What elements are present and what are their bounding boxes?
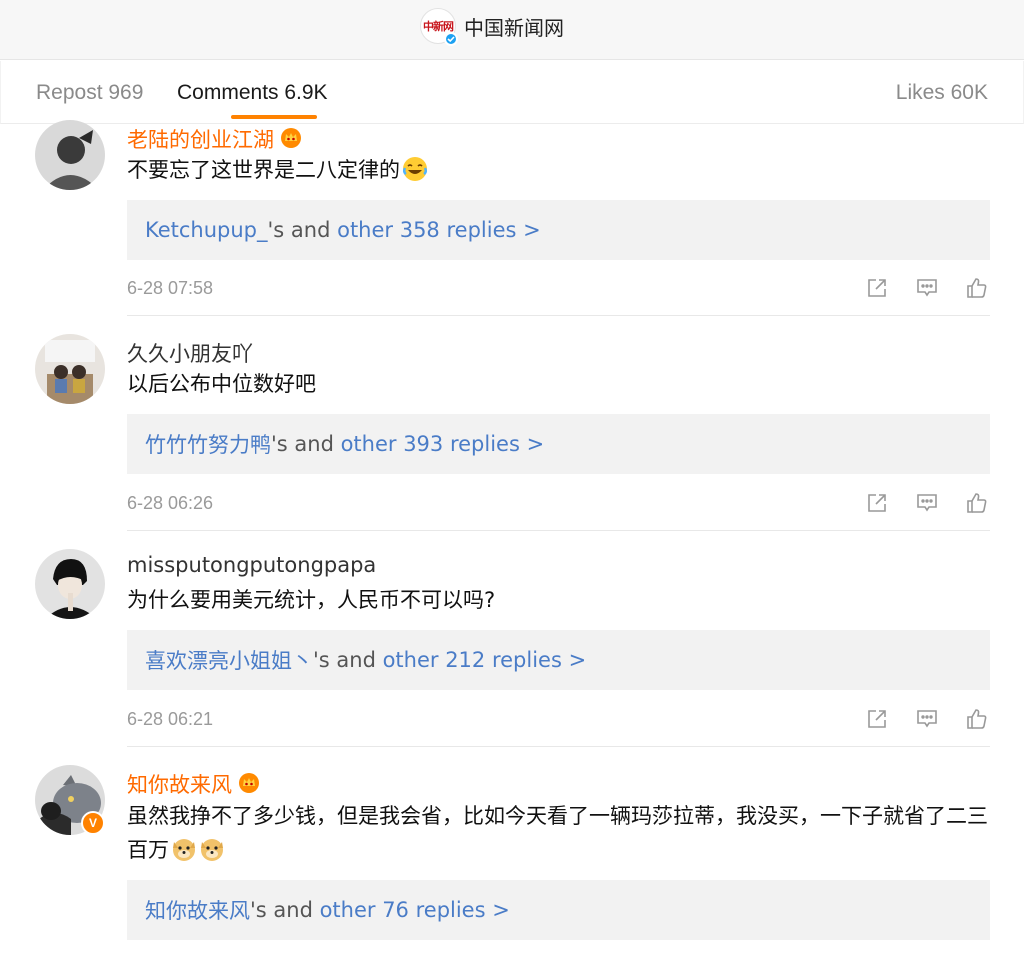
comment-text: 不要忘了这世界是二八定律的 bbox=[127, 153, 987, 192]
comment-text: 虽然我挣不了多少钱，但是我会省，比如今天看了一辆玛莎拉蒂，我没买，一下子就省了二… bbox=[127, 799, 997, 872]
comment-text-content: 虽然我挣不了多少钱，但是我会省，比如今天看了一辆玛莎拉蒂，我没买，一下子就省了二… bbox=[127, 804, 988, 862]
comment-actions bbox=[865, 707, 989, 731]
replies-preview[interactable]: 喜欢漂亮小姐姐丶's and other 212 replies > bbox=[127, 630, 990, 690]
replies-separator: 's and bbox=[250, 898, 320, 922]
replies-preview[interactable]: 竹竹竹努力鸭's and other 393 replies > bbox=[127, 414, 990, 474]
comment-icon[interactable] bbox=[915, 276, 939, 300]
more-replies-link[interactable]: other 393 replies > bbox=[341, 432, 545, 456]
comment-actions bbox=[865, 491, 989, 515]
replies-preview[interactable]: 知你故来风's and other 76 replies > bbox=[127, 880, 990, 940]
comment-timestamp: 6-28 06:26 bbox=[127, 493, 214, 513]
account-header[interactable]: 中新网 中国新闻网 bbox=[420, 8, 564, 46]
like-icon[interactable] bbox=[965, 491, 989, 515]
tab-bar: Repost 969 Comments 6.9K Likes 60K bbox=[0, 61, 1024, 124]
reply-user-link[interactable]: 喜欢漂亮小姐姐丶 bbox=[145, 645, 313, 675]
account-name: 中国新闻网 bbox=[464, 15, 564, 40]
comment-icon[interactable] bbox=[915, 491, 939, 515]
comment-text: 为什么要用美元统计，人民币不可以吗? bbox=[127, 588, 496, 612]
comment-username[interactable]: 知你故来风 bbox=[127, 769, 260, 799]
comment-username[interactable]: 久久小朋友吖 bbox=[127, 338, 253, 368]
tab-comments[interactable]: Comments 6.9K bbox=[177, 81, 328, 105]
comment-divider bbox=[127, 530, 990, 531]
verified-icon bbox=[444, 32, 458, 46]
replies-separator: 's and bbox=[313, 648, 383, 672]
comment-username-text: 老陆的创业江湖 bbox=[127, 128, 274, 152]
comment-username-text: 知你故来风 bbox=[127, 773, 232, 797]
comment-text: 以后公布中位数好吧 bbox=[127, 372, 316, 396]
vip-crown-icon bbox=[238, 772, 260, 799]
reply-user-link[interactable]: 知你故来风 bbox=[145, 895, 250, 925]
comment-icon[interactable] bbox=[915, 707, 939, 731]
comment-divider bbox=[127, 315, 990, 316]
share-icon[interactable] bbox=[865, 276, 889, 300]
laughing-emoji-icon bbox=[402, 156, 428, 192]
avatar[interactable] bbox=[35, 334, 105, 404]
tab-likes[interactable]: Likes 60K bbox=[896, 81, 988, 105]
like-icon[interactable] bbox=[965, 707, 989, 731]
comment-actions bbox=[865, 276, 989, 300]
vip-crown-icon bbox=[280, 127, 302, 154]
avatar[interactable] bbox=[35, 120, 105, 190]
vip-badge-icon: V bbox=[81, 811, 105, 835]
replies-separator: 's and bbox=[271, 432, 341, 456]
comment-timestamp: 6-28 07:58 bbox=[127, 278, 214, 298]
more-replies-link[interactable]: other 212 replies > bbox=[383, 648, 587, 672]
account-logo: 中新网 bbox=[420, 8, 458, 46]
more-replies-link[interactable]: other 76 replies > bbox=[320, 898, 510, 922]
comment-divider bbox=[127, 746, 990, 747]
reply-user-link[interactable]: Ketchupup_ bbox=[145, 218, 268, 242]
share-icon[interactable] bbox=[865, 707, 889, 731]
comment-text-content: 不要忘了这世界是二八定律的 bbox=[127, 158, 400, 182]
replies-preview[interactable]: Ketchupup_'s and other 358 replies > bbox=[127, 200, 990, 260]
comment-timestamp: 6-28 06:21 bbox=[127, 709, 214, 729]
doge-emoji-icon bbox=[171, 836, 197, 872]
avatar[interactable] bbox=[35, 549, 105, 619]
doge-emoji-icon bbox=[199, 836, 225, 872]
replies-separator: 's and bbox=[267, 218, 338, 242]
active-tab-indicator bbox=[231, 115, 317, 119]
comment-username[interactable]: 老陆的创业江湖 bbox=[127, 124, 302, 154]
tab-repost[interactable]: Repost 969 bbox=[36, 81, 143, 105]
like-icon[interactable] bbox=[965, 276, 989, 300]
top-bar: 中新网 中国新闻网 bbox=[0, 0, 1024, 60]
comment-username[interactable]: missputongputongpapa bbox=[127, 553, 376, 577]
share-icon[interactable] bbox=[865, 491, 889, 515]
more-replies-link[interactable]: other 358 replies > bbox=[337, 218, 541, 242]
reply-user-link[interactable]: 竹竹竹努力鸭 bbox=[145, 429, 271, 459]
